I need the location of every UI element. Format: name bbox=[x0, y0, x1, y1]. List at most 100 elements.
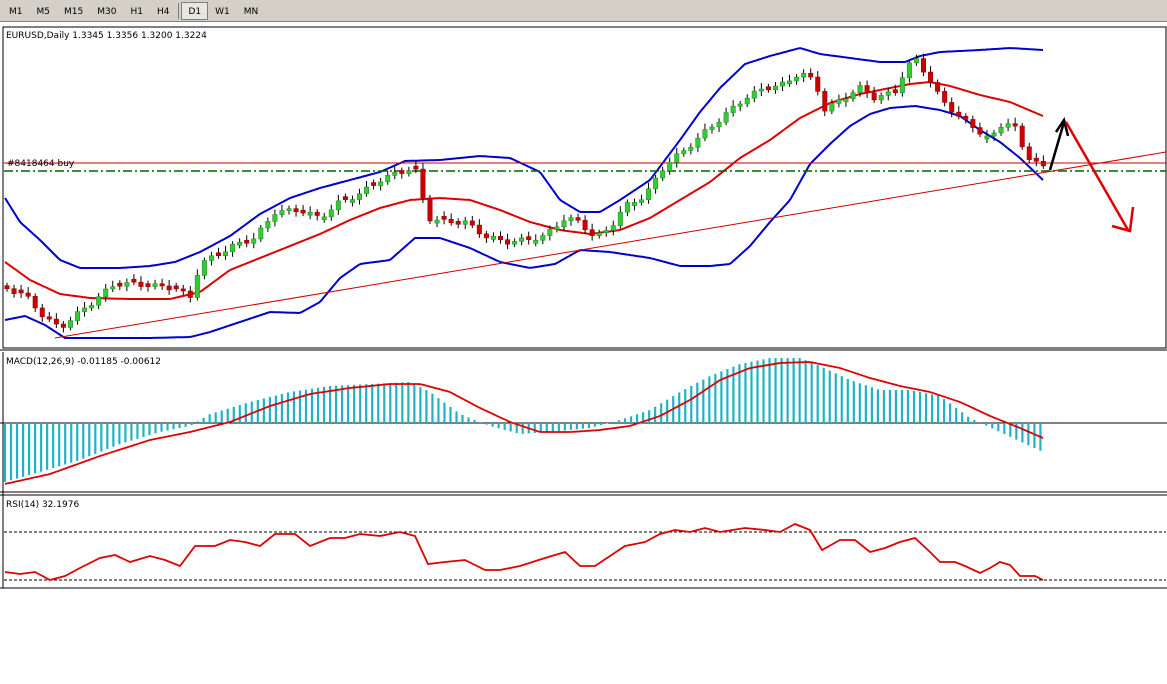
candle-bear bbox=[765, 86, 771, 91]
candles bbox=[4, 53, 1046, 333]
candle-bull bbox=[984, 135, 990, 140]
candle-bull bbox=[75, 311, 81, 321]
candle-bear bbox=[399, 170, 405, 174]
candle-bull bbox=[885, 91, 891, 96]
candle-bull bbox=[709, 126, 715, 130]
price-pane-title: EURUSD,Daily 1.3345 1.3356 1.3200 1.3224 bbox=[6, 31, 207, 41]
candle-bull bbox=[272, 214, 278, 222]
price-pane bbox=[2, 26, 1167, 349]
chart-area: EURUSD,Daily 1.3345 1.3356 1.3200 1.3224… bbox=[0, 26, 1167, 589]
candle-bull bbox=[836, 99, 842, 104]
timeframe-button-m1[interactable]: M1 bbox=[2, 2, 30, 20]
candle-bull bbox=[723, 112, 729, 123]
candle-bear bbox=[371, 182, 377, 186]
timeframe-button-mn[interactable]: MN bbox=[237, 2, 266, 20]
candle-bull bbox=[547, 229, 553, 236]
candle-bull bbox=[737, 103, 743, 107]
candle-bull bbox=[201, 260, 207, 276]
candle-bear bbox=[32, 296, 38, 309]
candle-bear bbox=[935, 82, 941, 92]
candle-bear bbox=[46, 316, 52, 320]
candle-bull bbox=[667, 162, 673, 172]
candle-bull bbox=[617, 211, 623, 226]
candle-bear bbox=[314, 211, 320, 216]
candle-bear bbox=[1033, 157, 1039, 162]
rsi-indicator bbox=[4, 523, 1166, 581]
candle-bull bbox=[772, 85, 778, 91]
candle-bear bbox=[441, 216, 447, 220]
candle-bull bbox=[716, 121, 722, 128]
candle-bear bbox=[244, 239, 250, 244]
candle-bear bbox=[39, 307, 45, 318]
candle-bull bbox=[787, 80, 793, 85]
forecast-arrows bbox=[1048, 116, 1135, 233]
candle-bear bbox=[1019, 125, 1025, 148]
candle-bull bbox=[321, 216, 327, 221]
candle-bear bbox=[117, 282, 123, 287]
candle-bear bbox=[505, 239, 511, 245]
candle-bull bbox=[631, 202, 637, 206]
candle-bull bbox=[730, 105, 736, 113]
candle-bear bbox=[582, 219, 588, 231]
candle-bull bbox=[194, 275, 200, 298]
candle-bull bbox=[899, 77, 905, 93]
candle-bull bbox=[878, 95, 884, 101]
candle-bull bbox=[913, 58, 919, 64]
candle-bull bbox=[519, 237, 525, 242]
candle-bear bbox=[216, 252, 222, 257]
timeframe-button-m15[interactable]: M15 bbox=[57, 2, 90, 20]
candle-bear bbox=[949, 102, 955, 113]
rsi-title: RSI(14) 32.1976 bbox=[6, 500, 79, 510]
candle-bear bbox=[963, 116, 969, 120]
candle-bear bbox=[342, 196, 348, 200]
candle-bear bbox=[526, 236, 532, 240]
candle-bull bbox=[702, 129, 708, 139]
candle-bear bbox=[180, 288, 186, 292]
candle-bear bbox=[173, 285, 179, 290]
bollinger-lower-band bbox=[4, 104, 1044, 339]
candle-bear bbox=[413, 165, 419, 170]
candle-bear bbox=[300, 209, 306, 214]
candle-bull bbox=[392, 172, 398, 176]
candle-bear bbox=[159, 283, 165, 287]
candle-bull bbox=[758, 88, 764, 92]
timeframe-button-m5[interactable]: M5 bbox=[30, 2, 58, 20]
candle-bear bbox=[166, 285, 172, 291]
arrow-down-line bbox=[1064, 121, 1130, 231]
candle-bear bbox=[864, 85, 870, 94]
candle-bear bbox=[483, 233, 489, 239]
candle-bull bbox=[646, 188, 652, 201]
candle-bull bbox=[512, 241, 518, 245]
timeframe-button-h4[interactable]: H4 bbox=[150, 2, 177, 20]
candle-bear bbox=[970, 119, 976, 128]
timeframe-button-h1[interactable]: H1 bbox=[123, 2, 150, 20]
candle-bear bbox=[420, 168, 426, 199]
candle-bear bbox=[448, 219, 454, 224]
macd-indicator bbox=[0, 358, 1167, 485]
candle-bull bbox=[674, 153, 680, 163]
candle-bull bbox=[110, 286, 116, 290]
candle-bull bbox=[349, 199, 355, 203]
candle-bull bbox=[653, 177, 659, 190]
timeframe-button-w1[interactable]: W1 bbox=[208, 2, 237, 20]
timeframe-toolbar: M1 M5 M15 M30 H1 H4 D1 W1 MN bbox=[0, 0, 1167, 22]
candle-bear bbox=[53, 318, 59, 325]
candle-bull bbox=[307, 211, 313, 216]
timeframe-button-d1[interactable]: D1 bbox=[181, 1, 209, 20]
toolbar-separator bbox=[178, 2, 180, 19]
candle-bull bbox=[751, 90, 757, 99]
timeframe-button-m30[interactable]: M30 bbox=[90, 2, 123, 20]
candle-bear bbox=[187, 290, 193, 298]
candle-bull bbox=[96, 296, 102, 306]
candle-bull bbox=[624, 202, 630, 213]
candle-bull bbox=[82, 307, 88, 312]
candle-bear bbox=[131, 278, 137, 283]
candle-bear bbox=[25, 292, 31, 297]
candle-bear bbox=[60, 323, 66, 328]
candle-bull bbox=[998, 126, 1004, 134]
candle-bull bbox=[688, 146, 694, 151]
candle-bear bbox=[145, 283, 151, 287]
candle-bull bbox=[237, 241, 243, 246]
candle-bull bbox=[103, 288, 109, 298]
candle-bear bbox=[11, 288, 17, 294]
